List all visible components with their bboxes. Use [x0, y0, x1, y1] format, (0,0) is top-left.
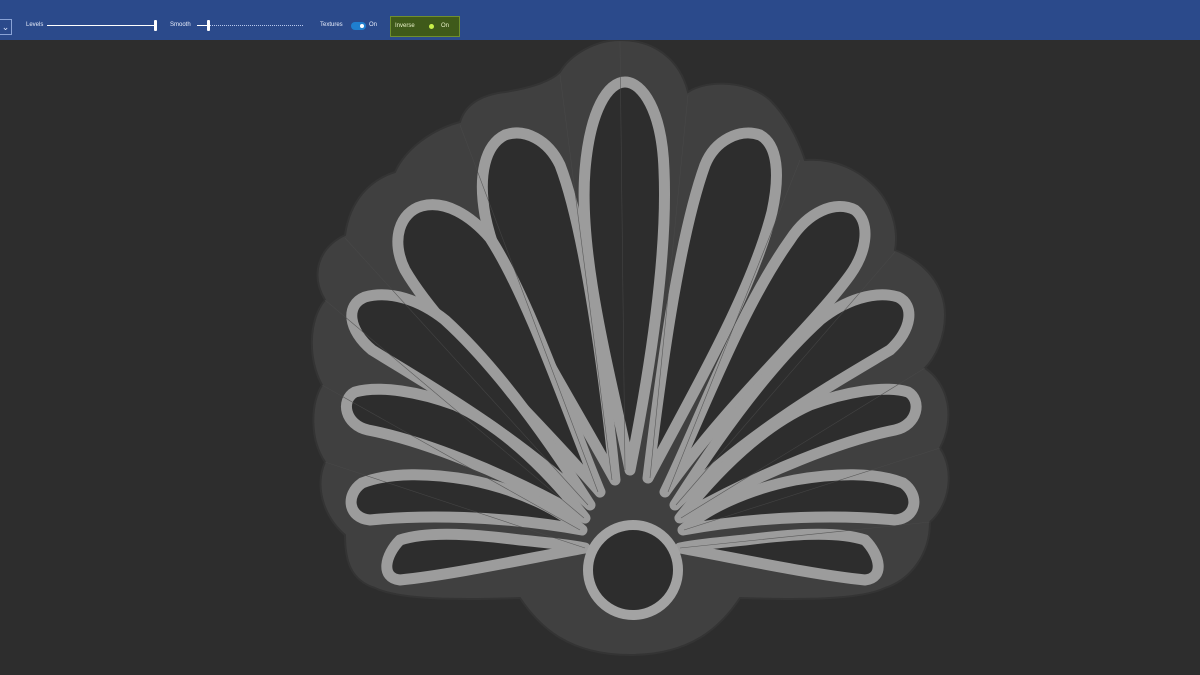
levels-slider-fill: [47, 25, 155, 26]
ornament-center-ring: [583, 520, 683, 620]
chevron-down-icon: ⌄: [1, 22, 10, 32]
textures-toggle-knob: [360, 24, 364, 28]
smooth-label: Smooth: [170, 22, 191, 28]
levels-slider-thumb[interactable]: [154, 20, 157, 31]
inverse-label: Inverse: [395, 23, 415, 29]
textures-toggle[interactable]: [351, 22, 366, 30]
toolbar: ⌄ Levels Smooth Textures On Inverse On: [0, 0, 1200, 40]
textures-label: Textures: [320, 22, 343, 28]
smooth-slider-track: [197, 25, 303, 26]
model-viewport[interactable]: [0, 40, 1200, 675]
smooth-slider-thumb[interactable]: [206, 20, 210, 31]
menu-dropdown-button[interactable]: ⌄: [0, 19, 12, 35]
inverse-toggle[interactable]: Inverse On: [390, 16, 460, 37]
levels-label: Levels: [26, 22, 44, 28]
smooth-slider[interactable]: [197, 20, 303, 31]
levels-slider[interactable]: [47, 20, 157, 31]
shell-model: [310, 40, 950, 657]
shell-ornament-mesh: [310, 40, 950, 657]
inverse-state: On: [441, 23, 450, 29]
textures-state: On: [369, 22, 378, 28]
inverse-indicator-dot: [429, 24, 434, 29]
